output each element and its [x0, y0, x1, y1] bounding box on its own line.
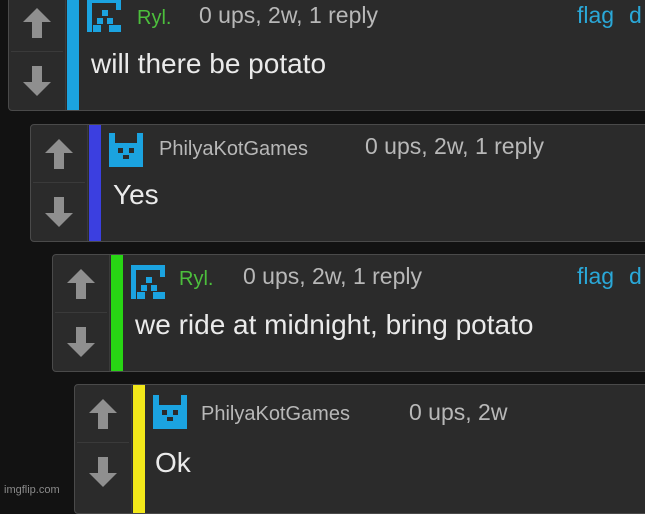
arrow-up-icon — [45, 139, 73, 169]
arrow-down-icon — [23, 66, 51, 96]
username[interactable]: Ryl. — [137, 7, 171, 30]
comment-2: PhilyaKotGames 0 ups, 2w, 1 reply Yes — [30, 124, 645, 242]
arrow-down-icon — [45, 197, 73, 227]
vote-column — [53, 255, 110, 371]
thread-depth-bar — [111, 255, 123, 371]
flag-link[interactable]: flag — [577, 263, 614, 290]
vote-column — [31, 125, 88, 241]
username[interactable]: Ryl. — [179, 268, 213, 291]
pixel-cat-avatar-icon[interactable] — [153, 395, 187, 429]
username[interactable]: PhilyaKotGames — [201, 403, 350, 426]
pixel-cat-avatar-icon[interactable] — [109, 133, 143, 167]
downvote-button[interactable] — [55, 314, 107, 370]
comment-meta: 0 ups, 2w — [409, 399, 508, 425]
comment-text: Ok — [155, 447, 191, 478]
thread-depth-bar — [67, 0, 79, 110]
downvote-button[interactable] — [11, 53, 63, 109]
comment-text: will there be potato — [91, 48, 327, 79]
pixel-avatar-icon[interactable] — [131, 265, 165, 299]
truncated-link[interactable]: d — [629, 2, 642, 29]
arrow-up-icon — [67, 269, 95, 299]
comment-meta: 0 ups, 2w, 1 reply — [365, 133, 544, 159]
comment-3: Ryl. 0 ups, 2w, 1 reply flag d we ride a… — [52, 254, 645, 372]
truncated-link[interactable]: d — [629, 263, 642, 290]
thread-depth-bar — [133, 385, 145, 513]
upvote-button[interactable] — [33, 126, 85, 183]
comment-text: Yes — [113, 179, 159, 210]
downvote-button[interactable] — [33, 184, 85, 240]
watermark: imgflip.com — [4, 484, 60, 496]
comment-text: we ride at midnight, bring potato — [135, 309, 534, 340]
upvote-button[interactable] — [77, 386, 129, 443]
arrow-up-icon — [89, 399, 117, 429]
vote-column — [75, 385, 132, 513]
arrow-up-icon — [23, 8, 51, 38]
upvote-button[interactable] — [11, 0, 63, 52]
vote-column — [9, 0, 66, 110]
username[interactable]: PhilyaKotGames — [159, 138, 308, 161]
upvote-button[interactable] — [55, 256, 107, 313]
flag-link[interactable]: flag — [577, 2, 614, 29]
arrow-down-icon — [67, 327, 95, 357]
pixel-avatar-icon[interactable] — [87, 0, 121, 32]
comment-meta: 0 ups, 2w, 1 reply — [243, 263, 422, 289]
comment-1: Ryl. 0 ups, 2w, 1 reply flag d will ther… — [8, 0, 645, 111]
arrow-down-icon — [89, 457, 117, 487]
comment-4: PhilyaKotGames 0 ups, 2w Ok — [74, 384, 645, 514]
comment-meta: 0 ups, 2w, 1 reply — [199, 2, 378, 28]
downvote-button[interactable] — [77, 444, 129, 500]
thread-depth-bar — [89, 125, 101, 241]
